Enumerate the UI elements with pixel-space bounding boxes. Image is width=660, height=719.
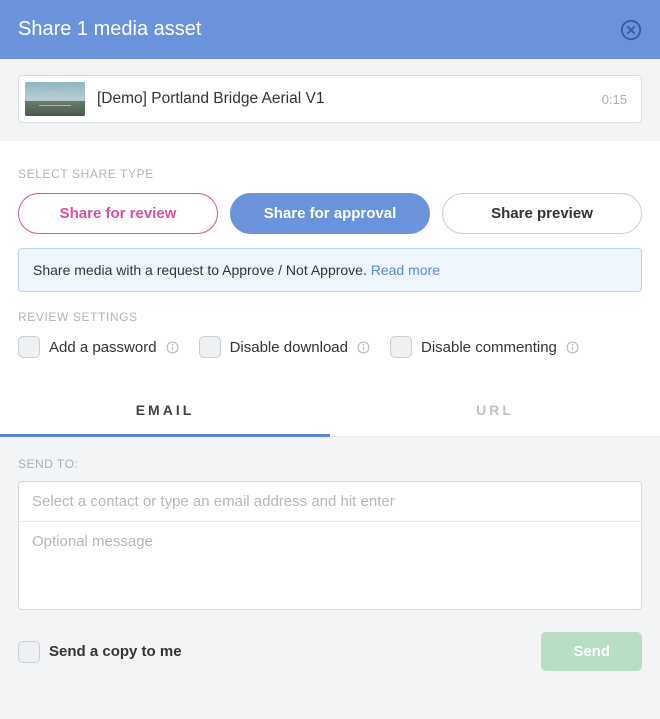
info-icon[interactable] — [357, 341, 370, 354]
share-type-group: Share for review Share for approval Shar… — [18, 193, 642, 234]
disable-download-label: Disable download — [230, 339, 348, 356]
add-password-option: Add a password — [18, 336, 179, 358]
review-settings-row: Add a password Disable download Disable … — [18, 336, 642, 358]
asset-section: [Demo] Portland Bridge Aerial V1 0:15 — [0, 59, 660, 141]
email-panel: SEND TO: Send a copy to me Send — [0, 437, 660, 719]
asset-duration: 0:15 — [602, 92, 627, 107]
modal-title: Share 1 media asset — [18, 18, 201, 41]
send-copy-option: Send a copy to me — [18, 641, 182, 663]
send-button[interactable]: Send — [541, 632, 642, 671]
disable-download-option: Disable download — [199, 336, 370, 358]
tab-url[interactable]: URL — [330, 382, 660, 436]
asset-card: [Demo] Portland Bridge Aerial V1 0:15 — [18, 75, 642, 123]
disable-commenting-checkbox[interactable] — [390, 336, 412, 358]
share-for-review-button[interactable]: Share for review — [18, 193, 218, 234]
tab-email[interactable]: EMAIL — [0, 382, 330, 437]
add-password-checkbox[interactable] — [18, 336, 40, 358]
asset-name: [Demo] Portland Bridge Aerial V1 — [97, 90, 602, 108]
read-more-link[interactable]: Read more — [371, 262, 440, 278]
send-copy-checkbox[interactable] — [18, 641, 40, 663]
share-config: SELECT SHARE TYPE Share for review Share… — [0, 141, 660, 382]
close-icon — [620, 19, 642, 41]
review-settings-label: REVIEW SETTINGS — [18, 310, 642, 324]
add-password-label: Add a password — [49, 339, 157, 356]
info-icon[interactable] — [566, 341, 579, 354]
recipient-input[interactable] — [18, 481, 642, 522]
share-preview-button[interactable]: Share preview — [442, 193, 642, 234]
share-modal: Share 1 media asset [Demo] Portland Brid… — [0, 0, 660, 719]
disable-commenting-option: Disable commenting — [390, 336, 579, 358]
disable-commenting-label: Disable commenting — [421, 339, 557, 356]
share-for-approval-button[interactable]: Share for approval — [230, 193, 430, 234]
share-type-info-text: Share media with a request to Approve / … — [33, 262, 371, 278]
modal-header: Share 1 media asset — [0, 0, 660, 59]
delivery-tabs: EMAIL URL — [0, 382, 660, 437]
send-to-label: SEND TO: — [18, 457, 642, 471]
asset-thumbnail — [25, 82, 85, 116]
info-icon[interactable] — [166, 341, 179, 354]
disable-download-checkbox[interactable] — [199, 336, 221, 358]
share-type-info: Share media with a request to Approve / … — [18, 248, 642, 292]
share-type-label: SELECT SHARE TYPE — [18, 167, 642, 181]
message-input[interactable] — [18, 522, 642, 610]
email-footer: Send a copy to me Send — [18, 632, 642, 671]
close-button[interactable] — [620, 19, 642, 41]
send-copy-label: Send a copy to me — [49, 643, 182, 660]
